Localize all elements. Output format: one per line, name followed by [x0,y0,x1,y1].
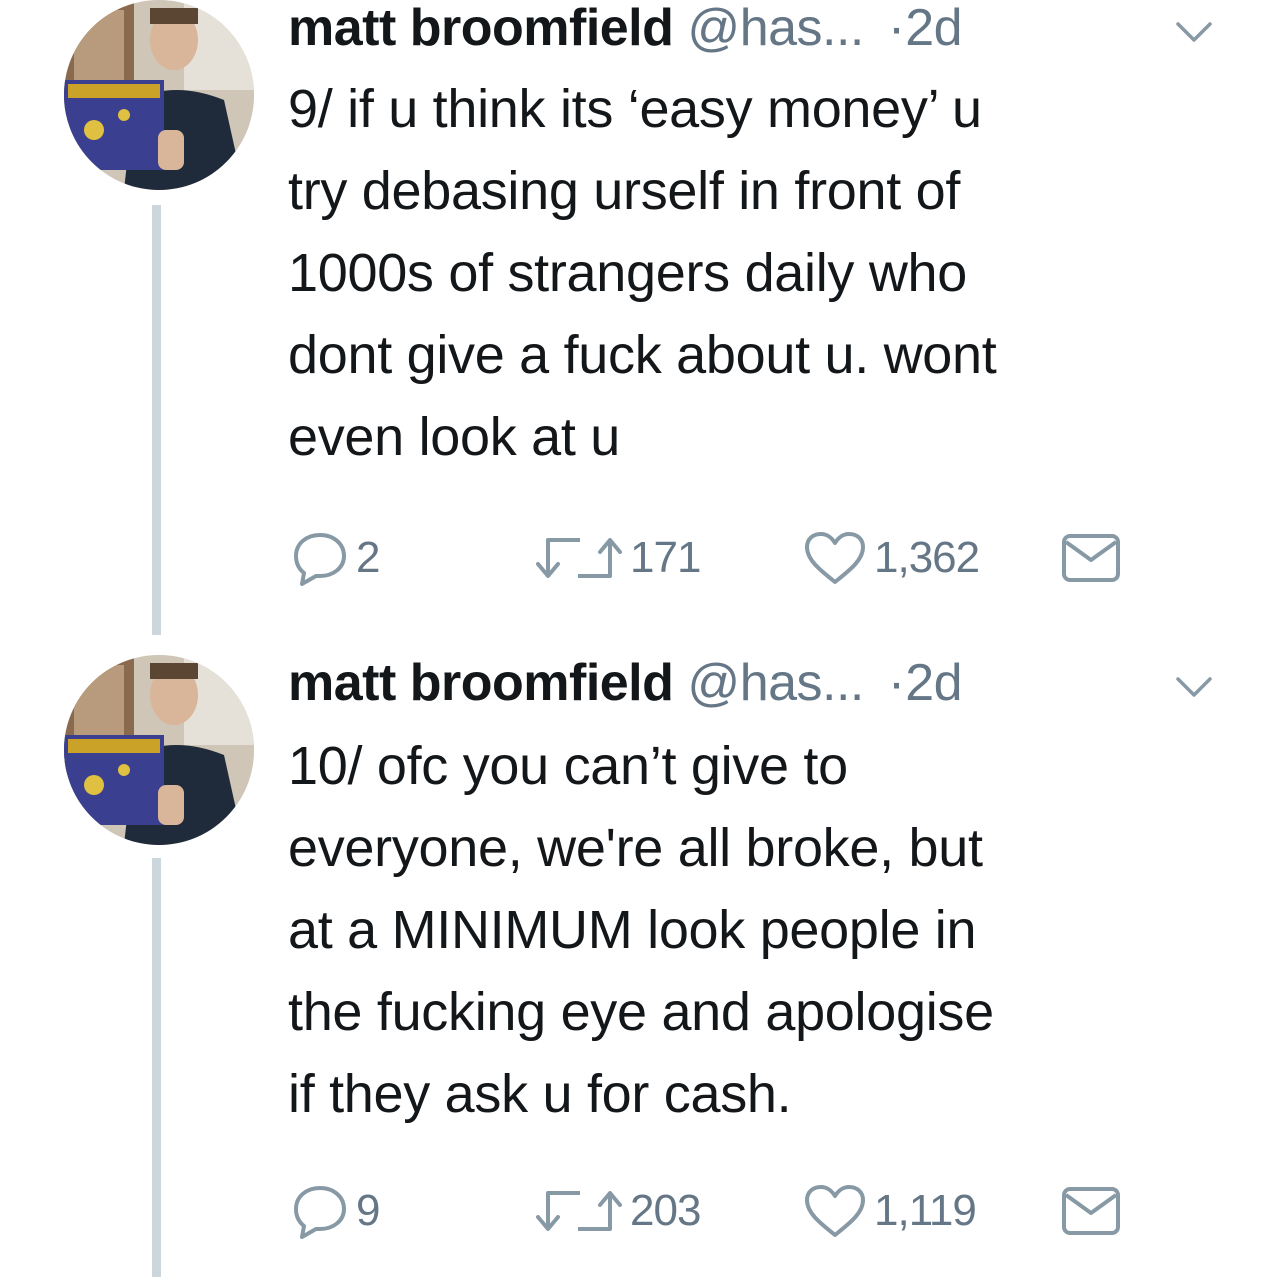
retweet-icon [536,538,622,578]
tweet-text: 9/ if u think its ‘easy money’ u try deb… [288,79,997,467]
heart-icon [805,532,865,584]
tweet-actions: 9 203 1,119 [288,1181,1168,1241]
user-handle[interactable]: @has... [687,653,864,713]
heart-icon [805,1185,865,1237]
avatar[interactable] [64,0,254,190]
avatar[interactable] [64,655,254,845]
display-name[interactable]: matt broomfield [288,653,674,713]
reply-count: 2 [356,533,381,582]
tweet-thread: matt broomfield @has... · 2d 9/ if u thi… [0,0,1280,1277]
tweet[interactable]: matt broomfield @has... · 2d 10/ ofc you… [0,653,1280,1277]
reply-button[interactable]: 9 [288,1181,381,1241]
retweet-button[interactable]: 203 [534,1181,701,1241]
retweet-button[interactable]: 171 [534,528,701,588]
chevron-down-icon[interactable] [1172,671,1216,701]
like-count: 1,362 [874,533,980,582]
retweet-count: 203 [630,1186,701,1235]
direct-message-button[interactable] [1058,1181,1124,1241]
separator-dot: · [887,0,906,57]
retweet-icon [536,1191,622,1231]
timestamp[interactable]: 2d [905,0,962,58]
retweet-count: 171 [630,533,701,582]
tweet[interactable]: matt broomfield @has... · 2d 9/ if u thi… [0,0,1280,640]
tweet-header: matt broomfield @has... · 2d [288,0,963,58]
direct-message-button[interactable] [1058,528,1124,588]
user-handle[interactable]: @has... [687,0,864,58]
tweet-header: matt broomfield @has... · 2d [288,653,963,713]
separator-dot: · [887,654,906,712]
reply-count: 9 [356,1186,381,1235]
reply-button[interactable]: 2 [288,528,381,588]
avatar-photo [64,0,254,190]
envelope-icon [1062,534,1120,582]
display-name[interactable]: matt broomfield [288,0,674,58]
chevron-down-icon[interactable] [1172,16,1216,46]
envelope-icon [1062,1187,1120,1235]
like-button[interactable]: 1,362 [802,528,980,588]
tweet-text: 10/ ofc you can’t give to everyone, we'r… [288,736,994,1124]
reply-icon [294,533,346,586]
timestamp[interactable]: 2d [905,653,962,713]
like-count: 1,119 [874,1186,977,1235]
tweet-actions: 2 171 1,362 [288,528,1168,588]
reply-icon [294,1186,346,1239]
like-button[interactable]: 1,119 [802,1181,977,1241]
avatar-photo [64,655,254,845]
